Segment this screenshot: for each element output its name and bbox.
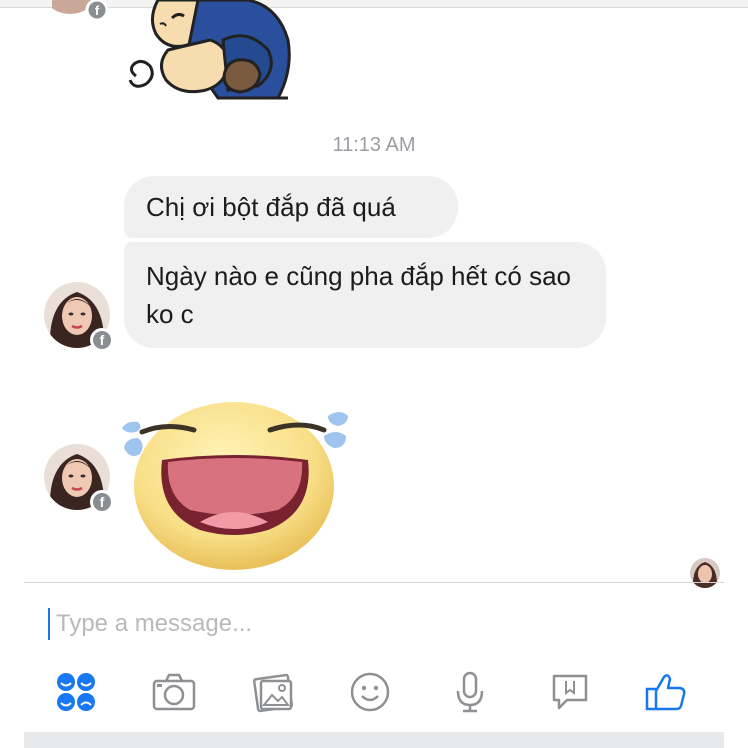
svg-text:f: f bbox=[95, 3, 100, 18]
camera-icon[interactable] bbox=[146, 664, 202, 720]
like-sticker-icon[interactable] bbox=[542, 664, 598, 720]
sender-avatar[interactable]: f bbox=[44, 444, 114, 514]
bottom-bar bbox=[24, 732, 724, 748]
microphone-icon[interactable] bbox=[442, 664, 498, 720]
message-timestamp: 11:13 AM bbox=[332, 134, 416, 156]
composer-toolbar bbox=[24, 664, 724, 720]
message-bubble[interactable]: Chị ơi bột đắp đã quá bbox=[124, 176, 458, 238]
facebook-icon: f bbox=[90, 328, 114, 352]
composer-divider bbox=[24, 582, 724, 583]
message-text: Chị ơi bột đắp đã quá bbox=[146, 192, 396, 222]
laughing-emoji-sticker[interactable] bbox=[118, 392, 350, 572]
message-bubble[interactable]: Ngày nào e cũng pha đắp hết có sao ko c bbox=[124, 242, 606, 348]
hug-sticker[interactable] bbox=[128, 0, 300, 100]
text-cursor bbox=[48, 608, 50, 640]
sender-avatar[interactable]: f bbox=[44, 282, 114, 352]
facebook-icon: f bbox=[90, 490, 114, 514]
message-composer[interactable] bbox=[48, 606, 688, 642]
emoji-icon[interactable] bbox=[342, 664, 398, 720]
avatar-partial: f bbox=[48, 0, 112, 22]
apps-icon[interactable] bbox=[48, 664, 104, 720]
thumbs-up-icon[interactable] bbox=[638, 664, 694, 720]
message-text: Ngày nào e cũng pha đắp hết có sao ko c bbox=[146, 261, 571, 329]
message-input[interactable] bbox=[56, 606, 676, 642]
read-receipt-avatar bbox=[690, 558, 720, 588]
top-edge bbox=[0, 0, 748, 8]
gallery-icon[interactable] bbox=[246, 664, 302, 720]
